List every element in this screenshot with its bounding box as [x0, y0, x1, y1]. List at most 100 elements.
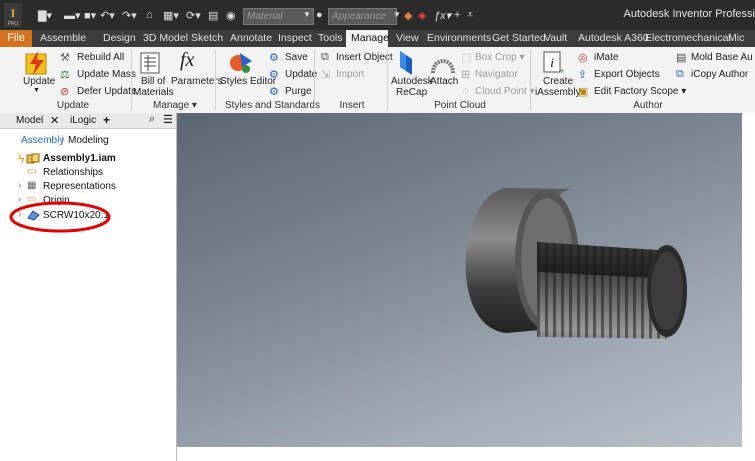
- defer-update-button[interactable]: Defer Update: [77, 86, 136, 97]
- close-icon[interactable]: ✕: [50, 114, 59, 127]
- inventor-logo-icon[interactable]: I PRO: [4, 3, 22, 27]
- status-area: [177, 447, 755, 461]
- new-icon[interactable]: ▇▾: [38, 9, 52, 22]
- title-bar: I PRO ▇▾ ▬▾ ■▾ ↶▾ ↷▾ ⌂ ▦▾ ⟳▾ ▤ ◉ Materia…: [0, 0, 755, 30]
- rebuild-all-icon: ⚒: [60, 52, 70, 64]
- update-mass-button[interactable]: Update Mass: [77, 69, 136, 80]
- create-iassembly-button-line1[interactable]: Create: [543, 76, 573, 87]
- undo-icon[interactable]: ↶▾: [100, 9, 115, 22]
- tab-get-started[interactable]: Get Started: [492, 32, 546, 44]
- tab-assemble[interactable]: Assemble: [40, 32, 86, 44]
- folder-icon: ▭: [27, 166, 37, 177]
- svg-text:I: I: [11, 6, 16, 20]
- appearance-combo[interactable]: Appearance: [328, 8, 397, 25]
- chevron-down-icon[interactable]: ▼: [33, 87, 40, 94]
- browser-tab-model[interactable]: Model: [16, 115, 43, 126]
- browser-tab-ilogic[interactable]: iLogic: [70, 115, 96, 126]
- styles-editor-icon[interactable]: [228, 51, 254, 75]
- tab-3d-model[interactable]: 3D Model: [143, 32, 188, 44]
- tab-electromechanical[interactable]: Electromechanical: [645, 32, 731, 44]
- svg-text:+: +: [559, 66, 564, 75]
- subtab-modeling[interactable]: Modeling: [68, 135, 109, 146]
- tab-sketch[interactable]: Sketch: [191, 32, 223, 44]
- menu-icon[interactable]: ☰: [163, 113, 173, 126]
- expand-icon[interactable]: ›: [18, 180, 21, 191]
- create-iassembly-icon[interactable]: i +: [543, 51, 565, 75]
- styles-editor-button[interactable]: Styles Editor: [220, 76, 276, 87]
- rebuild-all-button[interactable]: Rebuild All: [77, 52, 124, 63]
- screw-tip-chamfer: [651, 252, 683, 330]
- adjust-icon[interactable]: ◆: [404, 9, 412, 22]
- tab-inspect[interactable]: Inspect: [278, 32, 312, 44]
- subtab-separator: |: [61, 135, 64, 146]
- update-qa-icon[interactable]: ⟳▾: [186, 9, 201, 22]
- attach-icon[interactable]: [431, 51, 455, 75]
- autodesk-recap-button-line2[interactable]: ReCap: [396, 87, 427, 98]
- graphics-viewport[interactable]: [177, 113, 742, 447]
- group-label-manage[interactable]: Manage ▾: [150, 100, 200, 111]
- color-wheel-icon[interactable]: ◉: [226, 9, 236, 22]
- clear-icon[interactable]: ◈: [418, 9, 426, 22]
- imate-button[interactable]: iMate: [594, 52, 618, 63]
- tab-tools[interactable]: Tools: [318, 32, 343, 44]
- update-lightning-icon[interactable]: [25, 51, 49, 75]
- import-button[interactable]: Import: [336, 69, 364, 80]
- defer-update-icon: ⊘: [60, 86, 70, 98]
- group-label-insert: Insert: [339, 100, 365, 111]
- insert-object-button[interactable]: Insert Object: [336, 52, 393, 63]
- highlight-circle: [9, 201, 111, 233]
- search-icon[interactable]: ⌕: [149, 113, 155, 126]
- bill-of-materials-icon[interactable]: [140, 52, 160, 74]
- customize-icon[interactable]: ⩡: [467, 9, 473, 22]
- autodesk-recap-icon[interactable]: [398, 51, 414, 75]
- tab-vault[interactable]: Vault: [544, 32, 567, 44]
- save-style-button[interactable]: Save: [285, 52, 308, 63]
- plus-icon[interactable]: +: [454, 9, 460, 21]
- properties-icon[interactable]: ▤: [208, 9, 218, 22]
- tab-file[interactable]: File: [0, 30, 32, 47]
- divider: [215, 50, 216, 110]
- tab-view[interactable]: View: [396, 32, 419, 44]
- update-style-icon: ⚙: [269, 69, 279, 81]
- icopy-author-icon: ⧉: [676, 68, 684, 80]
- add-tab-button[interactable]: +: [103, 113, 110, 127]
- mold-base-button[interactable]: Mold Base Au: [691, 52, 753, 63]
- tree-node-representations[interactable]: Representations: [43, 181, 116, 192]
- bill-of-materials-button-line2[interactable]: Materials: [133, 87, 174, 98]
- edit-factory-scope-button[interactable]: Edit Factory Scope ▾: [594, 86, 686, 97]
- tree-node-relationships[interactable]: Relationships: [43, 167, 103, 178]
- bill-of-materials-button-line1[interactable]: Bill of: [141, 76, 165, 87]
- create-iassembly-button-line2[interactable]: iAssembly: [535, 87, 581, 98]
- chevron-down-icon[interactable]: ▼: [303, 10, 311, 19]
- open-icon[interactable]: ▬▾: [64, 9, 81, 22]
- tab-autodesk-a360[interactable]: Autodesk A360: [578, 32, 649, 44]
- edit-factory-scope-icon: ▣: [578, 86, 589, 98]
- box-crop-button[interactable]: Box Crop ▾: [475, 52, 525, 63]
- screw-model[interactable]: [177, 113, 742, 447]
- appearance-icon: ●: [316, 9, 323, 21]
- update-style-button[interactable]: Update: [285, 69, 317, 80]
- navigator-button[interactable]: Navigator: [475, 69, 518, 80]
- home-icon[interactable]: ⌂: [146, 9, 153, 21]
- purge-button[interactable]: Purge: [285, 86, 312, 97]
- icopy-author-button[interactable]: iCopy Author: [691, 69, 748, 80]
- attach-button[interactable]: Attach: [430, 76, 458, 87]
- autodesk-recap-button-line1[interactable]: Autodesk: [391, 76, 433, 87]
- tab-mic[interactable]: Mic: [728, 32, 744, 44]
- chevron-down-icon[interactable]: ▼: [393, 10, 401, 19]
- tab-environments[interactable]: Environments: [427, 32, 491, 44]
- tab-annotate[interactable]: Annotate: [230, 32, 272, 44]
- redo-icon[interactable]: ↷▾: [122, 9, 137, 22]
- scrollbar-area: [742, 113, 755, 461]
- cloud-point-button[interactable]: Cloud Point ▾: [475, 86, 535, 97]
- subtab-assembly[interactable]: Assembly: [21, 135, 64, 146]
- fx-parameters-icon[interactable]: fx: [180, 49, 194, 72]
- fx-icon[interactable]: ƒx▾: [434, 9, 451, 22]
- select-icon[interactable]: ▦▾: [163, 9, 179, 22]
- update-button[interactable]: Update: [23, 76, 55, 87]
- tab-design[interactable]: Design: [103, 32, 136, 44]
- tree-node-assembly[interactable]: Assembly1.iam: [43, 153, 116, 164]
- tab-manage[interactable]: Manage: [351, 32, 389, 44]
- export-objects-button[interactable]: Export Objects: [594, 69, 660, 80]
- save-icon[interactable]: ■▾: [84, 9, 96, 22]
